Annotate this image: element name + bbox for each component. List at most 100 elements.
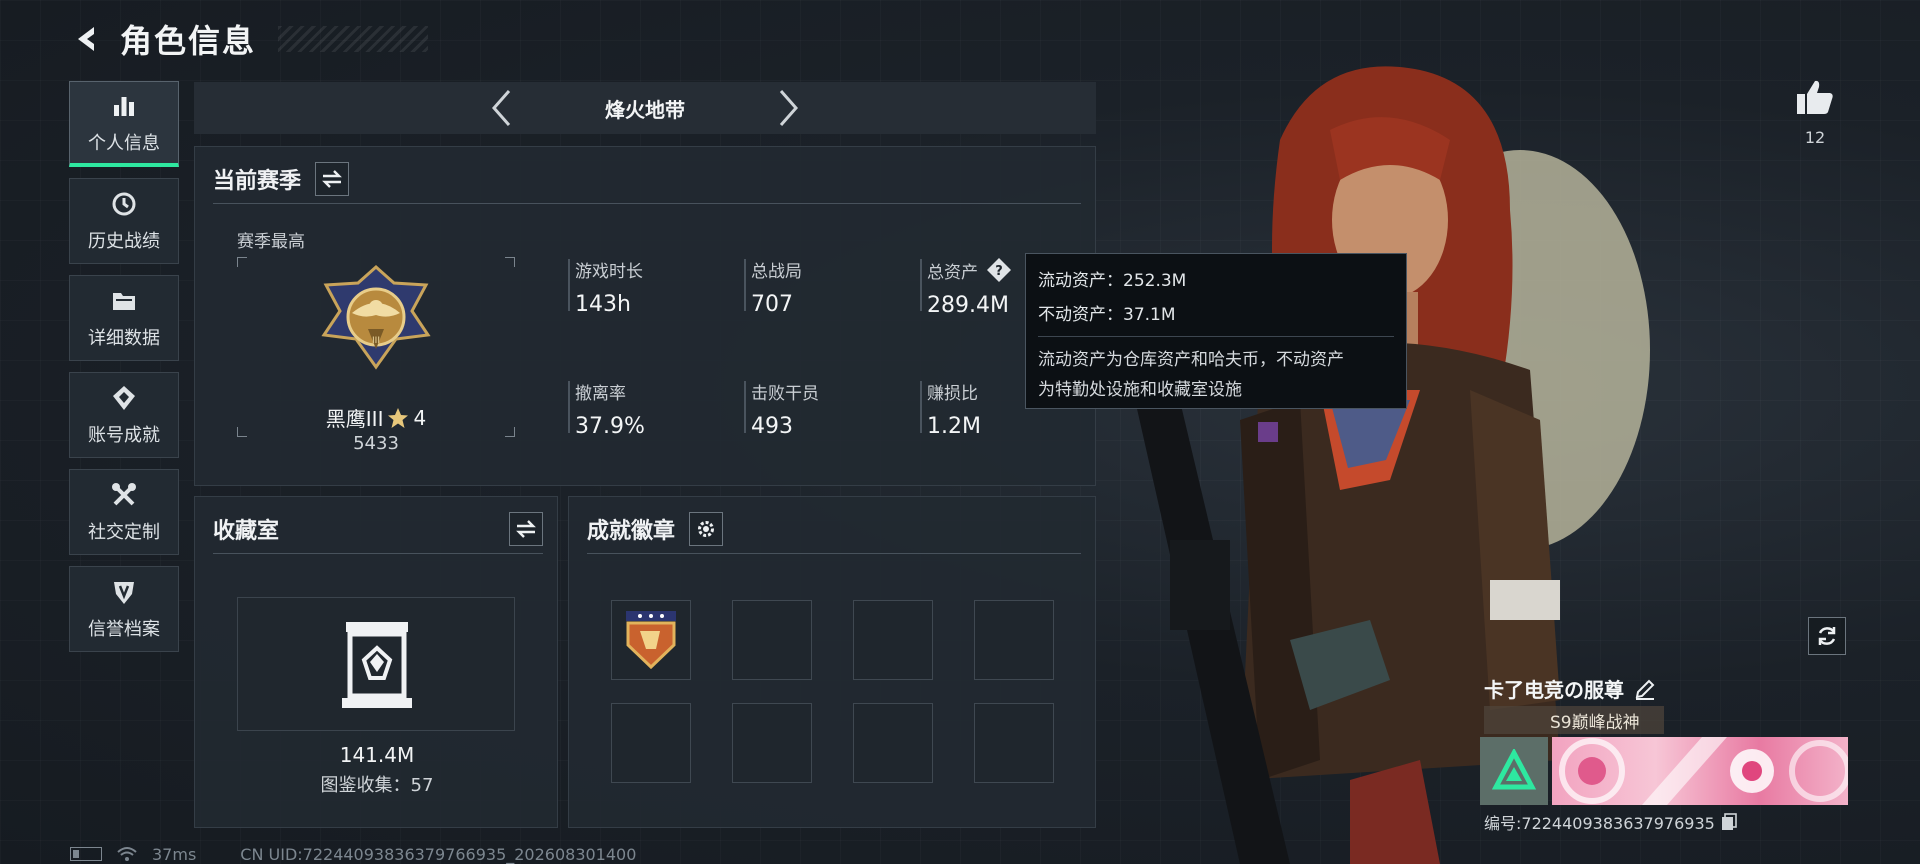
stat-divider — [920, 259, 922, 311]
back-button[interactable] — [70, 22, 104, 56]
achievements-title: 成就徽章 — [587, 519, 676, 544]
stat-value: 37.9% — [575, 414, 645, 439]
rank-stars: 4 — [413, 405, 427, 430]
status-bar: 37ms CN UID:72244093836379766935_2026083… — [70, 844, 636, 864]
refresh-icon — [1818, 627, 1836, 645]
tools-icon — [109, 480, 139, 510]
svg-text:?: ? — [995, 264, 1003, 279]
stat-label-text: 总资产 — [927, 262, 978, 283]
stat-divider — [568, 381, 570, 433]
swap-icon — [516, 520, 536, 538]
sidebar-item-label: 信誉档案 — [88, 619, 160, 640]
refresh-button[interactable] — [1808, 617, 1846, 655]
season-switch-button[interactable] — [315, 162, 350, 196]
player-id: 编号:7224409383637976935 — [1484, 814, 1715, 833]
achievement-icon — [109, 383, 139, 413]
collection-header: 收藏室 — [213, 511, 543, 547]
swap-icon — [322, 170, 342, 188]
achievement-slot[interactable] — [853, 600, 933, 680]
mode-selector: 烽火地带 — [194, 82, 1096, 134]
collection-preview[interactable] — [237, 597, 515, 731]
achievement-slot[interactable] — [974, 703, 1054, 783]
thumbs-up-icon — [1797, 80, 1833, 114]
achievement-slot[interactable] — [853, 703, 933, 783]
stat-total-assets: 总资产 ? 289.4M — [927, 257, 1012, 318]
team-logo[interactable] — [1480, 737, 1548, 805]
history-icon — [109, 189, 139, 219]
copy-icon[interactable] — [1721, 813, 1737, 831]
achievement-slot[interactable] — [732, 703, 812, 783]
name-card-banner[interactable] — [1552, 737, 1848, 805]
stat-profit-ratio: 赚损比 1.2M — [927, 379, 981, 439]
sidebar-item-label: 详细数据 — [88, 328, 160, 349]
mode-next-button[interactable] — [759, 82, 819, 134]
achievement-slot[interactable] — [611, 703, 691, 783]
mode-title: 烽火地带 — [605, 97, 685, 122]
stat-play-time: 游戏时长 143h — [575, 257, 643, 317]
stat-label: 赚损比 — [927, 384, 978, 404]
stat-value: 143h — [575, 292, 631, 317]
sidebar-item-credit[interactable]: 信誉档案 — [69, 566, 179, 652]
tooltip-fixed-assets: 不动资产：37.1M — [1038, 305, 1176, 325]
title-tag: S9巅峰战神 — [1484, 706, 1664, 734]
stat-divider — [568, 259, 570, 311]
collection-value: 141.4M — [339, 743, 415, 767]
rank-title: 黑鹰III — [325, 407, 384, 431]
title-tag-text: S9巅峰战神 — [1550, 712, 1640, 733]
tooltip-liquid-assets: 流动资产：252.3M — [1038, 271, 1187, 291]
season-title: 当前赛季 — [213, 169, 302, 194]
sidebar-item-personal-info[interactable]: 个人信息 — [69, 81, 179, 167]
sidebar-item-history[interactable]: 历史战绩 — [69, 178, 179, 264]
stat-value: 289.4M — [927, 293, 1009, 318]
star-icon — [388, 407, 409, 428]
achievement-slot[interactable] — [974, 600, 1054, 680]
stat-total-matches: 总战局 707 — [751, 257, 802, 317]
help-icon[interactable]: ? — [986, 257, 1012, 283]
season-header: 当前赛季 — [213, 161, 350, 197]
assets-tooltip: 流动资产：252.3M 不动资产：37.1M 流动资产为仓库资产和哈夫币，不动资… — [1025, 253, 1407, 409]
sidebar-item-social[interactable]: 社交定制 — [69, 469, 179, 555]
collection-count: 图鉴收集：57 — [320, 775, 434, 796]
shield-icon — [109, 577, 139, 607]
chevron-left-icon — [491, 90, 511, 126]
achievement-slot[interactable] — [611, 600, 691, 680]
page-title: 角色信息 — [120, 22, 257, 60]
collection-panel: 收藏室 141.4M 图鉴收集：57 — [194, 496, 558, 828]
wifi-icon — [117, 847, 137, 861]
sidebar-item-label: 社交定制 — [88, 522, 160, 543]
title-decoration — [278, 26, 429, 52]
stat-label: 总资产 ? — [927, 257, 1012, 283]
edit-icon[interactable] — [1634, 678, 1656, 700]
achievement-slot[interactable] — [732, 600, 812, 680]
sidebar-item-details[interactable]: 详细数据 — [69, 275, 179, 361]
chevron-left-icon — [78, 27, 94, 51]
stat-value: 1.2M — [927, 414, 981, 439]
folder-icon — [109, 286, 139, 316]
achievements-settings-button[interactable] — [689, 512, 724, 546]
stat-extraction-rate: 撤离率 37.9% — [575, 379, 645, 439]
season-subtitle: 赛季最高 — [237, 232, 305, 252]
stat-kills: 击败干员 493 — [751, 379, 819, 439]
stat-label: 击败干员 — [751, 384, 819, 404]
stat-label: 游戏时长 — [575, 262, 643, 282]
stat-label: 总战局 — [751, 262, 802, 282]
stat-divider — [744, 381, 746, 433]
sidebar: 个人信息 历史战绩 详细数据 账号成就 社交定制 信誉档案 — [69, 81, 179, 652]
ping-value: 37ms — [152, 844, 197, 864]
divider — [213, 553, 543, 554]
tooltip-desc-line2: 为特勤处设施和收藏室设施 — [1038, 380, 1242, 400]
sidebar-item-achievements[interactable]: 账号成就 — [69, 372, 179, 458]
player-id-row: 编号:7224409383637976935 — [1484, 810, 1737, 834]
rank-emblem-icon: III — [321, 264, 431, 370]
collection-switch-button[interactable] — [509, 512, 543, 546]
stat-value: 493 — [751, 414, 793, 439]
tooltip-divider — [1038, 336, 1394, 337]
like-count: 12 — [1804, 128, 1826, 147]
display-case-icon — [342, 622, 412, 708]
sidebar-item-label: 历史战绩 — [88, 231, 160, 252]
season-panel: 当前赛季 赛季最高 III 黑鹰III 4 5433 游戏时长 143h 总战局 — [194, 146, 1096, 486]
mode-prev-button[interactable] — [471, 82, 531, 134]
rank-name: 黑鹰III 4 — [237, 403, 515, 432]
like-button[interactable] — [1790, 76, 1840, 118]
divider — [587, 553, 1081, 554]
